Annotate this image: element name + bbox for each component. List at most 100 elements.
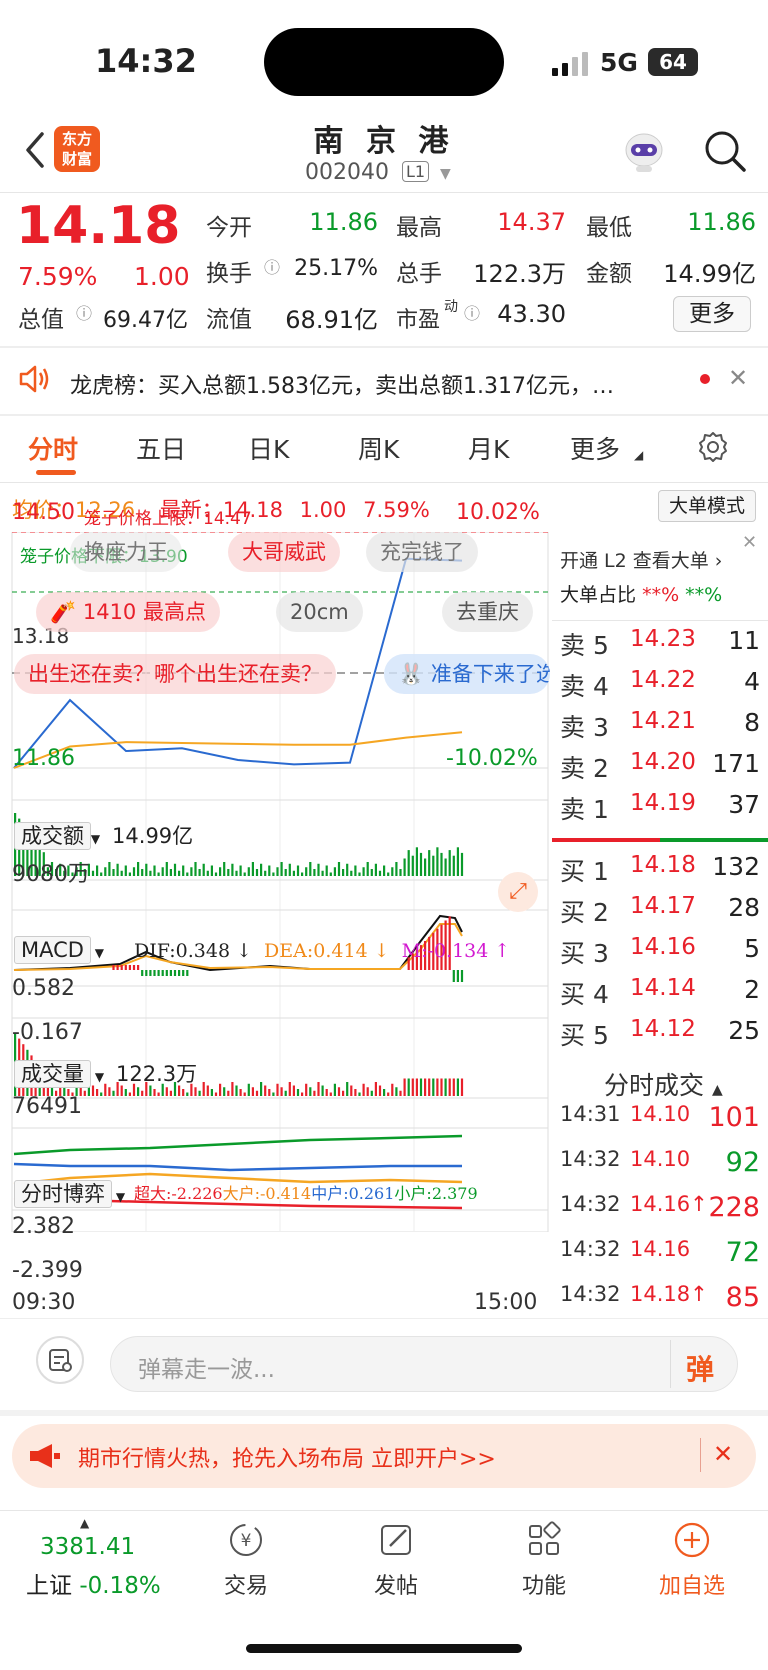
danmaku-bubble[interactable]: 换座力王 <box>70 532 182 572</box>
signal-icon <box>552 52 588 76</box>
index-name[interactable]: 上证 -0.18% <box>26 1566 161 1600</box>
time-end-label: 15:00 <box>474 1290 538 1315</box>
danmaku-bubble[interactable]: 充完钱了 <box>366 532 478 572</box>
close-icon[interactable]: ✕ <box>742 532 757 553</box>
svg-text:¥: ¥ <box>241 1531 252 1551</box>
robot-assistant-icon[interactable] <box>620 128 668 176</box>
cage-upper-label: 笼子价格上限：14.47 <box>84 509 252 529</box>
danmaku-bubble[interactable]: 去重庆 <box>442 592 533 632</box>
game-section[interactable]: 分时博弈 ▼ <box>14 1178 125 1208</box>
macd-section[interactable]: MACD ▼ <box>14 936 104 964</box>
more-button[interactable]: 更多 <box>673 296 751 332</box>
volume-bar <box>362 867 365 876</box>
nav-add-watchlist[interactable]: 加自选 <box>632 1520 752 1600</box>
trade-icon: ¥ <box>230 1524 262 1556</box>
chart-grid <box>11 532 549 1232</box>
trades-title[interactable]: 分时成交 ▲ <box>604 1066 723 1102</box>
volume-bar <box>399 1090 402 1096</box>
volume-bar <box>108 1087 111 1096</box>
promo-text[interactable]: 期市行情火热，抢先入场布局 立即开户>> <box>78 1441 496 1473</box>
danmaku-bubble[interactable]: 🐰 准备下来了选 <box>384 654 550 694</box>
nav-functions[interactable]: 功能 <box>484 1520 604 1600</box>
battery-icon: 64 <box>648 48 698 76</box>
volume-bar <box>260 863 263 876</box>
volume-bar <box>169 869 172 876</box>
volume-bar <box>153 865 156 876</box>
volume-bar <box>321 1085 324 1096</box>
macd-bar <box>178 970 181 976</box>
bottom-price-label: 11.86 <box>12 746 75 771</box>
volume-bar <box>374 863 377 876</box>
danmaku-bubble[interactable]: 20cm <box>276 592 363 632</box>
macd-bottom-label: -0.167 <box>12 1020 83 1045</box>
dynamic-island <box>264 28 504 96</box>
danmaku-settings-icon[interactable] <box>36 1336 84 1384</box>
tab-intraday[interactable]: 分时 <box>28 430 78 466</box>
danmaku-bubble[interactable]: 出生还在卖？哪个出生还在卖？ <box>14 654 336 694</box>
tab-five-day[interactable]: 五日 <box>136 430 186 466</box>
send-danmaku-button[interactable]: 弹 <box>686 1348 714 1388</box>
danmaku-bubble[interactable]: 🧨 1410 最高点 <box>36 592 220 632</box>
info-icon[interactable]: ⓘ <box>264 254 280 278</box>
tab-monthly-k[interactable]: 月K <box>468 430 509 466</box>
index-value[interactable]: 3381.41 <box>40 1534 135 1560</box>
macd-bar <box>456 970 459 982</box>
volume-bar <box>374 1082 377 1096</box>
gear-icon[interactable] <box>696 430 730 464</box>
nav-trade[interactable]: ¥ 交易 <box>186 1520 306 1600</box>
info-icon[interactable]: ⓘ <box>464 300 480 324</box>
volume-bar <box>346 1082 349 1096</box>
volume-bar <box>305 867 308 876</box>
stock-code[interactable]: 002040 <box>305 160 389 185</box>
trade-row: 14:32 14.16 72 <box>560 1237 760 1268</box>
info-icon[interactable]: ⓘ <box>76 300 92 324</box>
macd-bar <box>153 970 156 976</box>
l2-upgrade-link[interactable]: 开通 L2 查看大单 › <box>560 546 722 573</box>
news-text[interactable]: 龙虎榜：买入总额1.583亿元，卖出总额1.317亿元，… <box>70 368 690 400</box>
volume-bar <box>260 1082 263 1096</box>
volume-bar <box>407 1078 410 1096</box>
search-icon[interactable] <box>702 128 748 174</box>
order-book-row: 买 2 14.17 28 <box>560 893 760 927</box>
tab-weekly-k[interactable]: 周K <box>358 430 399 466</box>
open-value: 11.86 <box>309 208 378 236</box>
volume-bar <box>239 865 242 876</box>
danmaku-bubble[interactable]: 大哥威武 <box>228 532 340 572</box>
tab-daily-k[interactable]: 日K <box>248 430 289 466</box>
volume-bar <box>112 869 115 876</box>
chevron-down-icon[interactable]: ▼ <box>440 166 451 182</box>
close-icon[interactable]: ✕ <box>713 1440 733 1468</box>
volume-bar <box>206 870 209 876</box>
macd-bar <box>182 970 185 976</box>
expand-icon[interactable]: ⤢ <box>498 872 538 912</box>
volume-bar <box>284 1090 287 1096</box>
macd-bar <box>145 970 148 976</box>
bottom-pct-label: -10.02% <box>446 746 538 771</box>
volume-bar <box>292 1085 295 1096</box>
turnover-label: 换手 <box>206 261 252 287</box>
intraday-chart[interactable] <box>10 532 550 1232</box>
volume-bar <box>350 870 353 876</box>
volume-bar <box>460 852 464 876</box>
edit-icon <box>381 1525 411 1555</box>
nav-post[interactable]: 发帖 <box>336 1520 456 1600</box>
tab-more[interactable]: 更多 <box>570 430 620 466</box>
volume-bar <box>321 870 324 876</box>
close-icon[interactable]: ✕ <box>728 364 748 392</box>
volume-bar <box>387 1092 390 1096</box>
amount-section[interactable]: 成交额 ▼ 14.99亿 <box>14 820 193 850</box>
volume-bar <box>342 1090 345 1096</box>
order-book-row: 卖 1 14.19 37 <box>560 790 760 824</box>
volume-section[interactable]: 成交量 ▼ 122.3万 <box>14 1058 197 1088</box>
volume-bar <box>169 1090 172 1096</box>
order-book-row: 买 3 14.16 5 <box>560 934 760 968</box>
top-pct-label: 10.02% <box>456 500 540 525</box>
bid-ask-ratio-red <box>552 838 660 842</box>
volume-bar <box>432 855 435 876</box>
volume-bar <box>395 862 398 876</box>
order-book-row: 卖 2 14.20 171 <box>560 749 760 783</box>
volume-bar <box>182 1089 185 1096</box>
divider <box>700 1438 701 1472</box>
volume-bar <box>354 865 357 876</box>
big-order-mode-button[interactable]: 大单模式 <box>658 490 756 522</box>
